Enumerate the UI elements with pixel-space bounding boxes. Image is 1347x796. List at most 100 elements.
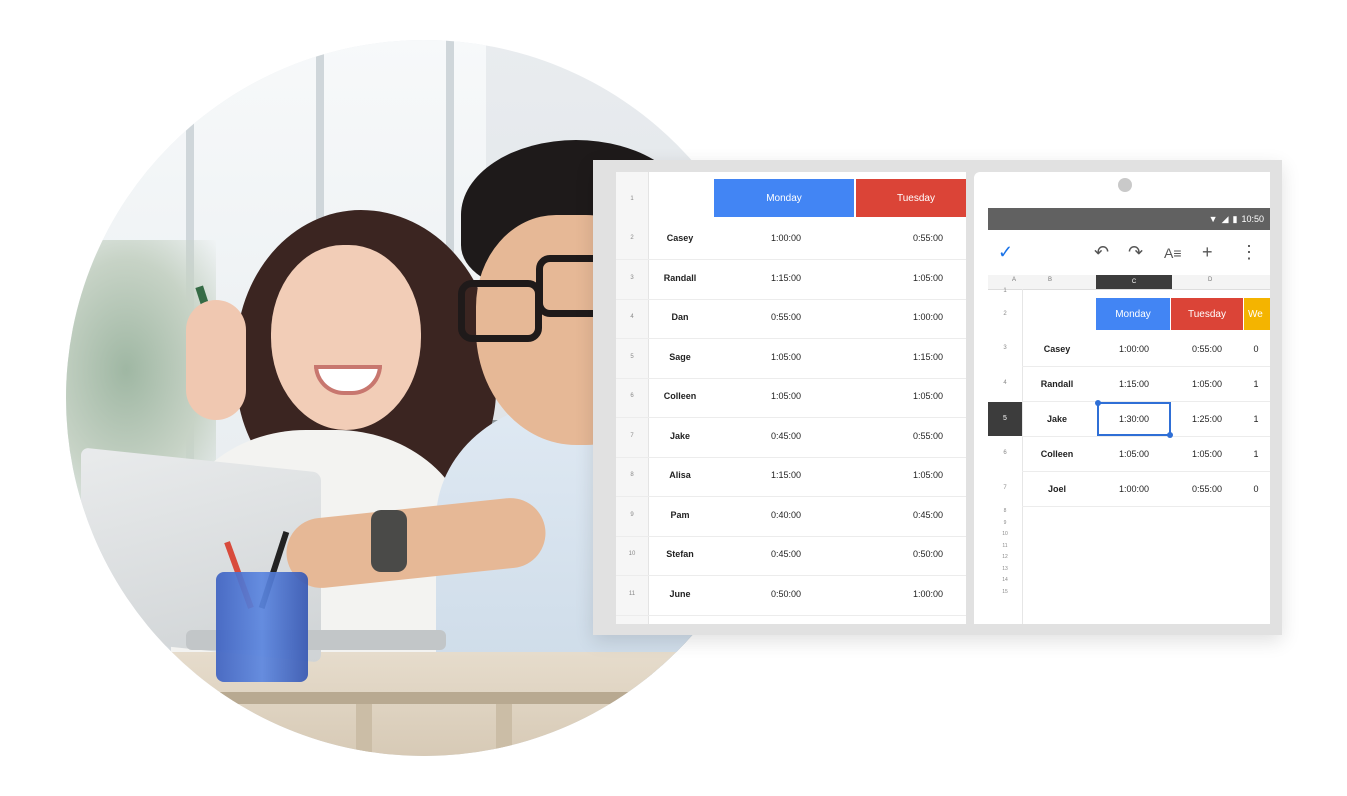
- cell-monday[interactable]: 1:05:00: [736, 352, 836, 362]
- cell-tuesday[interactable]: 0:50:00: [878, 549, 966, 559]
- cell-name[interactable]: June: [650, 589, 710, 599]
- row-number[interactable]: 10: [616, 551, 648, 557]
- cell-name[interactable]: Stefan: [650, 549, 710, 559]
- row-number[interactable]: 11: [988, 543, 1022, 549]
- header-monday[interactable]: Monday: [714, 179, 854, 217]
- cell-tuesday[interactable]: 0:45:00: [878, 510, 966, 520]
- cell-tuesday[interactable]: 0:55:00: [1171, 344, 1243, 354]
- cell-name[interactable]: Jake: [650, 431, 710, 441]
- cell-tuesday[interactable]: 1:00:00: [878, 312, 966, 322]
- table-row: 2 Casey 1:00:00 0:55:00: [616, 219, 966, 260]
- row-number[interactable]: 7: [616, 433, 648, 439]
- cell-wednesday[interactable]: 1: [1244, 379, 1268, 389]
- more-options-icon[interactable]: ⋮: [1240, 242, 1258, 263]
- row-number[interactable]: 10: [988, 531, 1022, 537]
- cell-tuesday[interactable]: 0:55:00: [1171, 484, 1243, 494]
- row-number[interactable]: 15: [988, 589, 1022, 595]
- row-number[interactable]: 9: [616, 512, 648, 518]
- column-letter[interactable]: A: [1012, 277, 1016, 283]
- row-number-selected[interactable]: 5: [988, 402, 1022, 436]
- redo-icon[interactable]: ↷: [1128, 242, 1143, 263]
- selection-handle[interactable]: [1095, 400, 1101, 406]
- undo-icon[interactable]: ↶: [1094, 242, 1109, 263]
- cell-monday[interactable]: 0:40:00: [736, 510, 836, 520]
- status-time: 10:50: [1241, 214, 1264, 224]
- header-wednesday[interactable]: We: [1244, 298, 1270, 330]
- cell-name[interactable]: Randall: [1024, 379, 1090, 389]
- row-number[interactable]: 8: [988, 508, 1022, 514]
- column-letter[interactable]: D: [1208, 277, 1212, 283]
- row-number[interactable]: 13: [988, 566, 1022, 572]
- row-number[interactable]: 3: [616, 275, 648, 281]
- row-number[interactable]: 9: [988, 520, 1022, 526]
- cell-monday[interactable]: 1:15:00: [736, 470, 836, 480]
- cell-monday[interactable]: 1:00:00: [1097, 344, 1171, 354]
- row-number[interactable]: 5: [616, 354, 648, 360]
- cell-tuesday[interactable]: 1:25:00: [1171, 414, 1243, 424]
- battery-icon: ▮: [1232, 213, 1238, 224]
- camera-icon: [1118, 178, 1132, 192]
- cell-monday[interactable]: 1:00:00: [736, 233, 836, 243]
- cell-name[interactable]: Joel: [1024, 484, 1090, 494]
- row-number[interactable]: 1: [988, 288, 1022, 294]
- row-divider: [1022, 471, 1270, 472]
- text-format-icon[interactable]: A≡: [1164, 245, 1182, 261]
- column-letter-selected[interactable]: C: [1096, 275, 1172, 289]
- cell-tuesday[interactable]: 1:05:00: [1171, 449, 1243, 459]
- cell-monday[interactable]: 0:45:00: [736, 431, 836, 441]
- selected-cell-outline[interactable]: [1095, 400, 1173, 438]
- row-number[interactable]: 2: [988, 311, 1022, 317]
- cell-tuesday[interactable]: 1:05:00: [878, 273, 966, 283]
- done-check-icon[interactable]: ✓: [998, 242, 1013, 263]
- cell-wednesday[interactable]: 0: [1244, 484, 1268, 494]
- cell-name[interactable]: Colleen: [650, 391, 710, 401]
- row-number[interactable]: 7: [988, 485, 1022, 491]
- selection-handle[interactable]: [1167, 432, 1173, 438]
- column-letter[interactable]: B: [1048, 277, 1052, 283]
- row-number[interactable]: 4: [988, 380, 1022, 386]
- cell-name[interactable]: Casey: [1024, 344, 1090, 354]
- cell-tuesday[interactable]: 1:05:00: [878, 470, 966, 480]
- row-gutter-divider: [1022, 289, 1023, 624]
- row-number[interactable]: 14: [988, 577, 1022, 583]
- cell-tuesday[interactable]: 1:15:00: [878, 352, 966, 362]
- cell-wednesday[interactable]: 1: [1244, 449, 1268, 459]
- cell-monday[interactable]: 1:15:00: [1097, 379, 1171, 389]
- row-number[interactable]: 8: [616, 472, 648, 478]
- cell-monday[interactable]: 0:50:00: [736, 589, 836, 599]
- header-monday[interactable]: Monday: [1096, 298, 1170, 330]
- cell-tuesday[interactable]: 1:05:00: [1171, 379, 1243, 389]
- cell-monday[interactable]: 1:05:00: [1097, 449, 1171, 459]
- cell-name[interactable]: Jake: [1024, 414, 1090, 424]
- cell-name[interactable]: Colleen: [1024, 449, 1090, 459]
- row-number[interactable]: 12: [988, 554, 1022, 560]
- cell-name[interactable]: Pam: [650, 510, 710, 520]
- row-number[interactable]: 6: [988, 450, 1022, 456]
- cell-wednesday[interactable]: 0: [1244, 344, 1268, 354]
- cell-tuesday[interactable]: 1:05:00: [878, 391, 966, 401]
- desk-edge: [66, 692, 782, 704]
- cell-name[interactable]: Sage: [650, 352, 710, 362]
- cell-monday[interactable]: 1:00:00: [1097, 484, 1171, 494]
- cell-name[interactable]: Alisa: [650, 470, 710, 480]
- row-number[interactable]: 3: [988, 345, 1022, 351]
- header-tuesday[interactable]: Tuesday: [1171, 298, 1243, 330]
- cell-name[interactable]: Randall: [650, 273, 710, 283]
- header-tuesday[interactable]: Tuesday: [856, 179, 966, 217]
- cell-monday[interactable]: 0:55:00: [736, 312, 836, 322]
- cell-wednesday[interactable]: 1: [1244, 414, 1268, 424]
- cell-tuesday[interactable]: 1:00:00: [878, 589, 966, 599]
- cell-monday[interactable]: 1:15:00: [736, 273, 836, 283]
- cell-monday[interactable]: 0:45:00: [736, 549, 836, 559]
- cell-monday[interactable]: 1:05:00: [736, 391, 836, 401]
- cell-name[interactable]: Dan: [650, 312, 710, 322]
- cell-tuesday[interactable]: 0:55:00: [878, 431, 966, 441]
- cell-name[interactable]: Casey: [650, 233, 710, 243]
- cell-tuesday[interactable]: 0:55:00: [878, 233, 966, 243]
- row-number[interactable]: 11: [616, 591, 648, 597]
- row-number[interactable]: 4: [616, 314, 648, 320]
- row-number[interactable]: 1: [616, 196, 648, 202]
- row-number[interactable]: 2: [616, 235, 648, 241]
- add-icon[interactable]: +: [1202, 242, 1213, 263]
- row-number[interactable]: 6: [616, 393, 648, 399]
